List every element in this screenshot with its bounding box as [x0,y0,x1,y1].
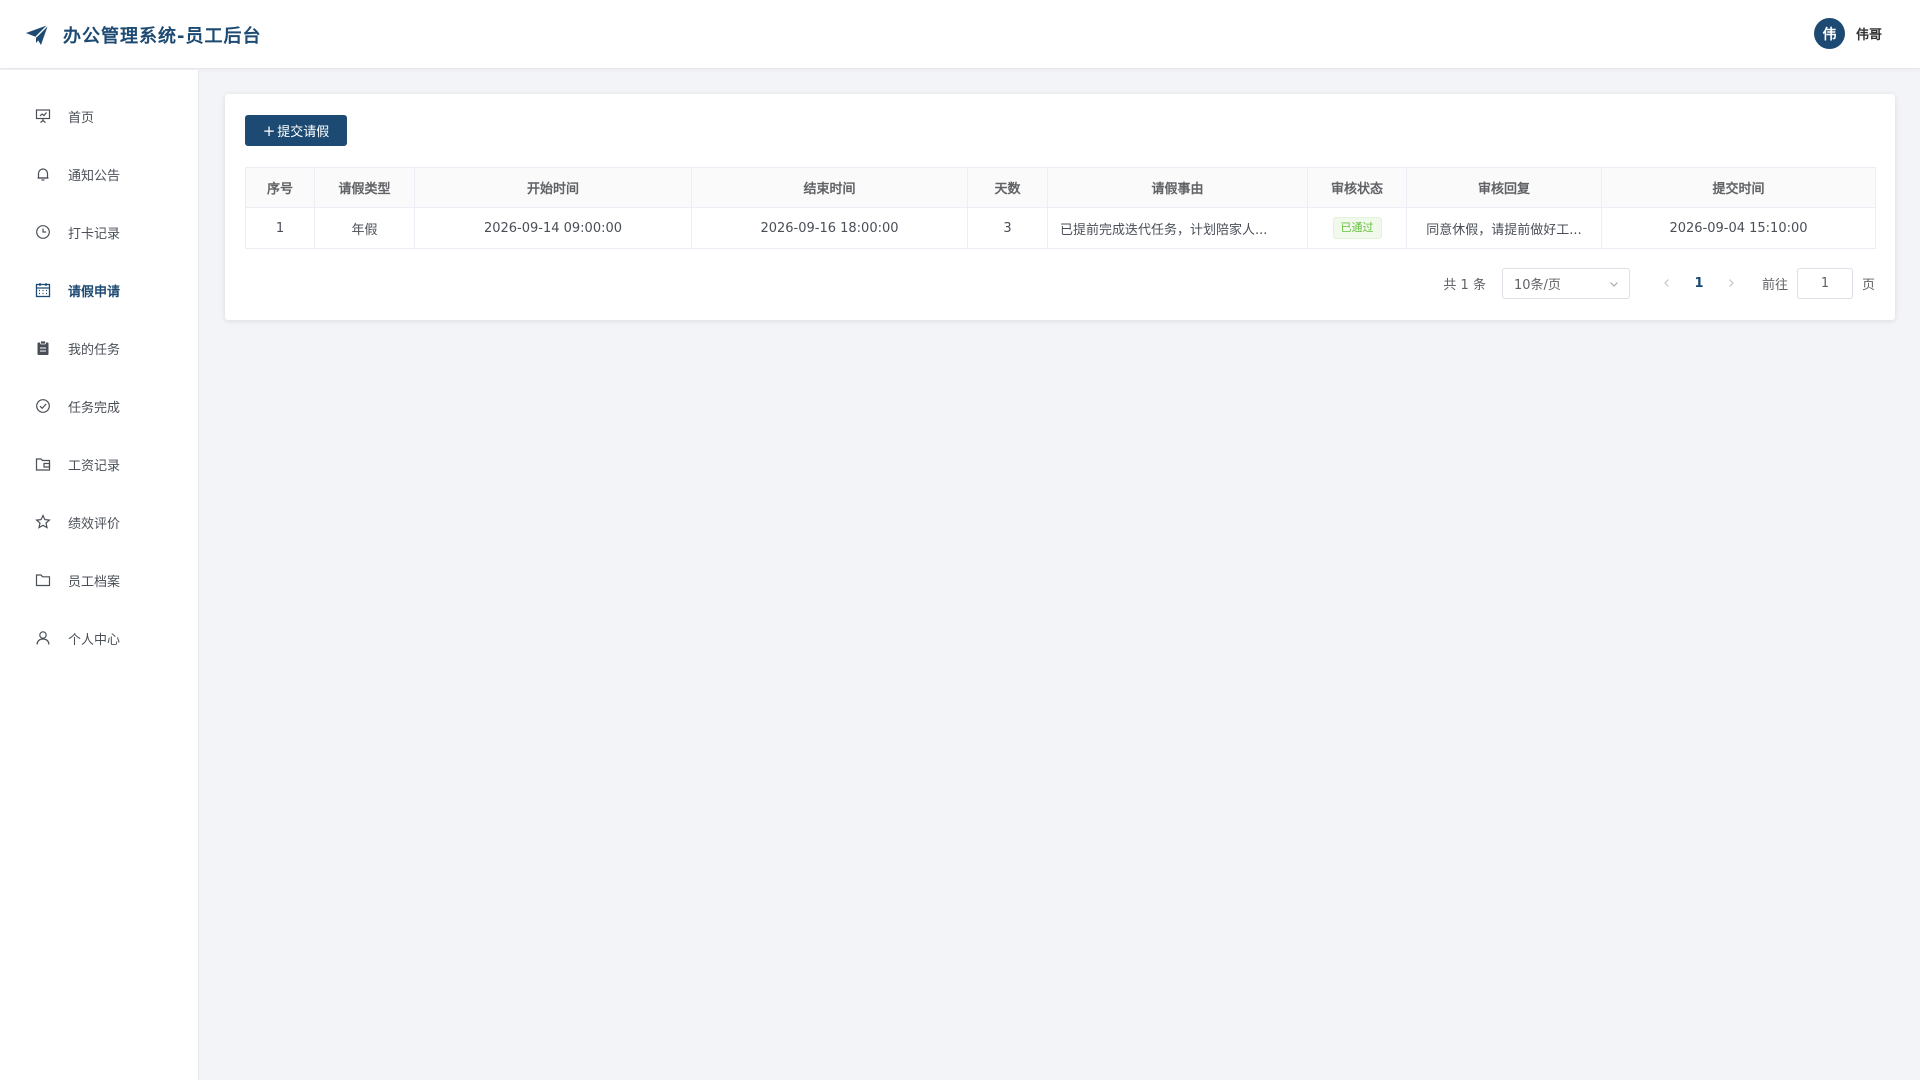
prev-page-button[interactable] [1652,268,1682,298]
user-menu[interactable]: 伟 伟哥 [1813,18,1882,49]
goto-label: 前往 [1761,277,1788,293]
sidebar-item-label: 打卡记录 [68,226,121,242]
sidebar-item-profile-archive[interactable]: 员工档案 [0,558,199,602]
next-page-button[interactable] [1716,268,1746,298]
cell-status: 已通过 [1307,207,1407,249]
column-header: 提交时间 [1601,167,1876,208]
sidebar-item-label: 请假申请 [68,284,121,300]
cell-index: 1 [245,207,315,249]
cell-days: 3 [967,207,1048,249]
folder-icon [34,571,52,589]
sidebar-item-salary[interactable]: 工资记录 [0,442,199,486]
column-header: 请假类型 [314,167,415,208]
column-header: 请假事由 [1047,167,1308,208]
leave-table: 序号 请假类型 开始时间 结束时间 天数 请假事由 审核状态 审核回复 提交时间… [245,167,1876,249]
username[interactable]: 伟哥 [1856,24,1882,43]
column-header: 结束时间 [691,167,968,208]
submit-leave-label: 提交请假 [277,125,330,140]
chevron-right-icon [1729,279,1734,287]
page-number-current[interactable]: 1 [1682,276,1716,291]
cell-start-time: 2026-09-14 09:00:00 [414,207,692,249]
sidebar-item-tasks[interactable]: 我的任务 [0,326,199,370]
cell-submitted-time: 2026-09-04 15:10:00 [1601,207,1876,249]
avatar[interactable]: 伟 [1813,18,1845,49]
sidebar-item-label: 首页 [68,110,95,126]
sidebar-item-label: 我的任务 [68,342,121,358]
column-header: 开始时间 [414,167,692,208]
wallet-folder-icon [34,455,52,473]
sidebar-item-personal-center[interactable]: 个人中心 [0,616,199,660]
table-row: 1 年假 2026-09-14 09:00:00 2026-09-16 18:0… [245,207,1876,249]
cell-end-time: 2026-09-16 18:00:00 [691,207,968,249]
bell-icon [34,165,52,183]
sidebar-item-leave[interactable]: 请假申请 [0,268,199,312]
sidebar-item-label: 个人中心 [68,632,121,648]
sidebar-item-home[interactable]: 首页 [0,94,199,138]
sidebar-item-notices[interactable]: 通知公告 [0,152,199,196]
page-size-value: 10条/页 [1513,277,1561,293]
clipboard-icon [34,339,52,357]
column-header: 审核状态 [1307,167,1407,208]
chevron-left-icon [1664,279,1669,287]
sidebar-item-label: 任务完成 [68,400,121,416]
sidebar-item-label: 通知公告 [68,168,121,184]
chevron-down-icon [1610,281,1618,287]
sidebar: 首页 通知公告 打卡记录 请假申请 我的任务 任务完成 工资记录 绩效评价 员工… [0,70,199,1080]
sidebar-item-label: 工资记录 [68,458,121,474]
user-icon [34,629,52,647]
page-size-select[interactable]: 10条/页 [1501,267,1630,299]
cell-reply: 同意休假，请提前做好工... [1406,207,1602,249]
top-header: 办公管理系统-员工后台 伟 伟哥 [0,0,1920,69]
pagination: 共 1 条 10条/页 1 前往 页 [1443,267,1875,299]
circle-check-icon [34,397,52,415]
paper-plane-icon [26,24,49,45]
goto-suffix: 页 [1861,277,1875,293]
presentation-icon [34,107,52,125]
column-header: 天数 [967,167,1048,208]
clock-icon [34,223,52,241]
goto-page-input[interactable] [1796,267,1853,299]
sidebar-item-performance[interactable]: 绩效评价 [0,500,199,544]
calendar-icon [34,281,52,299]
app-title: 办公管理系统-员工后台 [63,26,262,47]
total-count: 共 1 条 [1443,277,1486,293]
sidebar-item-label: 绩效评价 [68,516,121,532]
leave-list-card: + 提交请假 序号 请假类型 开始时间 结束时间 天数 请假事由 审核状态 审核… [225,94,1895,320]
sidebar-item-label: 员工档案 [68,574,121,590]
sidebar-item-attendance[interactable]: 打卡记录 [0,210,199,254]
column-header: 审核回复 [1406,167,1602,208]
table-header-row: 序号 请假类型 开始时间 结束时间 天数 请假事由 审核状态 审核回复 提交时间 [245,167,1876,208]
cell-leave-type: 年假 [314,207,415,249]
sidebar-item-task-done[interactable]: 任务完成 [0,384,199,428]
plus-icon: + [262,121,276,140]
column-header: 序号 [245,167,315,208]
star-icon [34,513,52,531]
status-badge: 已通过 [1332,217,1382,239]
submit-leave-button[interactable]: + 提交请假 [245,115,347,146]
cell-reason: 已提前完成迭代任务，计划陪家人... [1047,207,1308,249]
